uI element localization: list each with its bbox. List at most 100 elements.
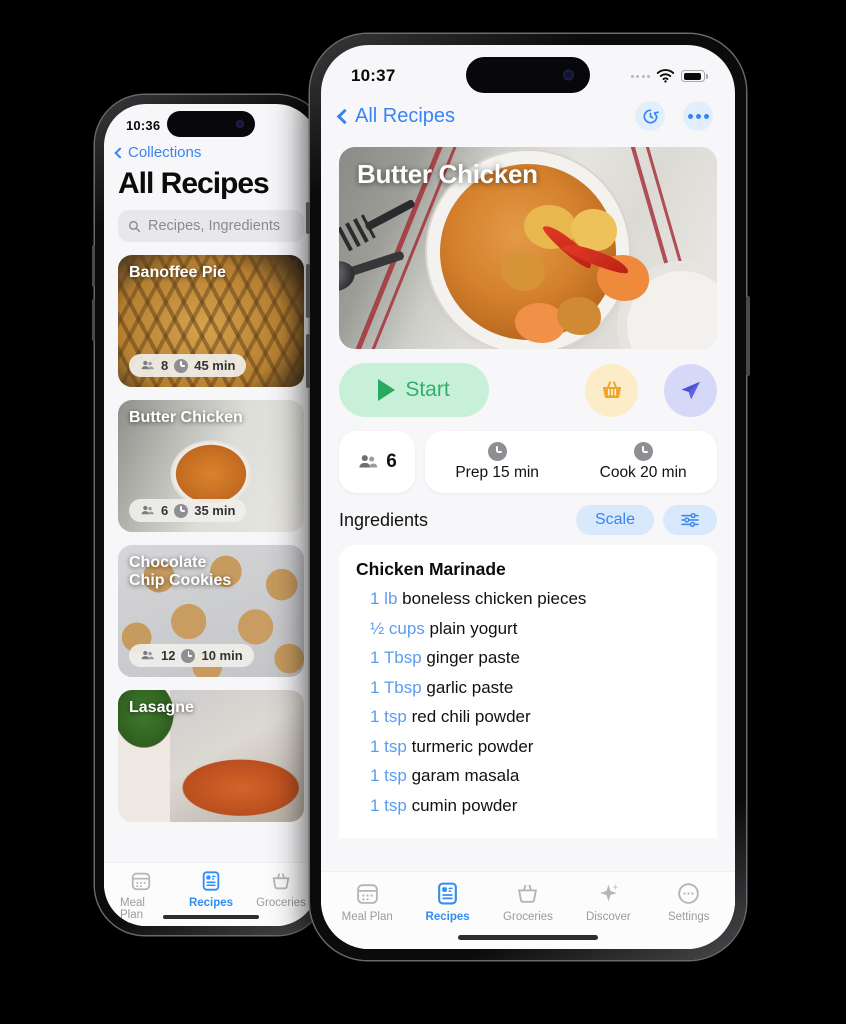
cook-time: Cook 20 min xyxy=(600,442,687,482)
recipe-meta-row: 6 Prep 15 min Cook 20 min xyxy=(339,431,717,493)
recipe-servings: 6 xyxy=(161,503,169,518)
home-indicator xyxy=(163,915,259,919)
volume-up-button[interactable] xyxy=(306,264,310,318)
recipe-card-butter-chicken[interactable]: Butter Chicken 6 35 min xyxy=(118,400,304,532)
meal-plan-icon xyxy=(131,872,151,891)
background-phone-device: 10:36 Collections All Recipes Recipes, I… xyxy=(92,95,327,935)
ingredient-name: turmeric powder xyxy=(411,736,534,756)
tab-groceries[interactable]: Groceries xyxy=(488,881,568,923)
volume-down-button[interactable] xyxy=(92,299,95,341)
sparkle-icon xyxy=(600,884,619,902)
ingredient-row[interactable]: 1 tsp red chili powder xyxy=(356,707,700,727)
back-button-all-recipes[interactable]: All Recipes xyxy=(336,104,456,128)
more-ellipsis-icon xyxy=(687,113,709,119)
battery-icon xyxy=(681,70,708,82)
mute-switch[interactable] xyxy=(306,202,310,234)
spoon-decor xyxy=(347,250,405,277)
recipes-icon xyxy=(202,871,220,891)
ingredient-name: cumin powder xyxy=(411,795,518,815)
people-icon xyxy=(359,455,378,468)
volume-down-button[interactable] xyxy=(306,334,310,388)
recipe-card-title: Chocolate Chip Cookies xyxy=(129,554,232,590)
tab-label: Groceries xyxy=(503,911,553,923)
ingredient-qty: 1 tsp xyxy=(370,707,407,726)
ingredient-row[interactable]: 1 tsp cumin powder xyxy=(356,796,700,816)
basket-icon xyxy=(602,381,621,399)
recipe-hero-image[interactable]: Butter Chicken xyxy=(339,147,717,349)
ingredients-header: Ingredients Scale xyxy=(339,505,717,535)
ingredient-row[interactable]: 1 tsp turmeric powder xyxy=(356,737,700,757)
back-nav-bar: Collections xyxy=(104,138,318,163)
timer-button[interactable] xyxy=(635,101,665,131)
start-button-label: Start xyxy=(405,378,450,401)
ingredients-card: Chicken Marinade 1 lb boneless chicken p… xyxy=(339,545,717,838)
ingredient-qty: 1 Tbsp xyxy=(370,677,422,697)
ingredient-qty: 1 tsp xyxy=(370,736,407,756)
tab-label: Recipes xyxy=(188,897,234,909)
tab-recipes[interactable]: Recipes xyxy=(407,881,487,923)
recipe-title: Butter Chicken xyxy=(357,159,538,189)
back-button-label: Collections xyxy=(128,144,202,161)
tab-meal-plan[interactable]: Meal Plan xyxy=(327,881,407,923)
ingredient-row[interactable]: 1 lb boneless chicken pieces xyxy=(356,589,700,609)
foreground-phone-screen: 10:37 All Recipes Butter Chicken Start 6… xyxy=(321,45,735,949)
recipe-card-title: Butter Chicken xyxy=(129,409,243,426)
recipe-card-chocolate-chip-cookies[interactable]: Chocolate Chip Cookies 12 10 min xyxy=(118,545,304,677)
ingredient-row[interactable]: 1 Tbsp garlic paste xyxy=(356,678,700,698)
paper-plane-icon xyxy=(681,381,700,399)
status-right xyxy=(630,69,708,83)
ingredient-row[interactable]: 1 tsp garam masala xyxy=(356,766,700,786)
add-to-groceries-button[interactable] xyxy=(585,363,638,417)
dynamic-island xyxy=(167,111,255,137)
power-button[interactable] xyxy=(746,296,750,376)
tab-discover[interactable]: Discover xyxy=(568,881,648,923)
home-indicator[interactable] xyxy=(458,935,598,940)
more-options-button[interactable] xyxy=(683,101,713,131)
back-button-label: All Recipes xyxy=(355,104,456,127)
front-nav-bar: All Recipes xyxy=(321,93,735,141)
servings-chip[interactable]: 6 xyxy=(339,431,415,493)
tab-settings[interactable]: Settings xyxy=(649,881,729,923)
people-icon xyxy=(141,650,154,660)
recipe-card-lasagne[interactable]: Lasagne xyxy=(118,690,304,822)
recipe-action-row: Start xyxy=(339,363,717,417)
recipe-time: 10 min xyxy=(201,648,243,663)
share-button[interactable] xyxy=(664,363,717,417)
ingredient-qty: 1 Tbsp xyxy=(370,648,422,667)
search-input[interactable]: Recipes, Ingredients xyxy=(118,210,304,242)
recipes-icon xyxy=(438,882,457,905)
ingredient-name: ginger paste xyxy=(426,648,520,667)
sliders-icon xyxy=(681,512,699,528)
signal-dots-icon xyxy=(630,74,650,78)
status-time: 10:37 xyxy=(351,66,396,85)
tab-recipes[interactable]: Recipes xyxy=(188,870,234,909)
clock-icon xyxy=(487,442,507,461)
ingredient-name: garlic paste xyxy=(426,677,514,697)
recipe-time: 35 min xyxy=(194,503,236,518)
groceries-icon xyxy=(518,884,538,903)
scale-button[interactable]: Scale xyxy=(575,505,654,535)
prep-time: Prep 15 min xyxy=(455,442,539,482)
recipe-card-title: Lasagne xyxy=(129,699,194,716)
ingredient-row[interactable]: 1 Tbsp ginger paste xyxy=(356,648,700,668)
start-button[interactable]: Start xyxy=(339,363,489,417)
ingredient-qty: 1 lb xyxy=(370,589,398,608)
search-placeholder: Recipes, Ingredients xyxy=(148,218,281,234)
tab-groceries[interactable]: Groceries xyxy=(256,870,306,909)
clock-icon xyxy=(174,358,189,373)
ingredient-qty: 1 tsp xyxy=(370,766,407,785)
ingredient-name: garam masala xyxy=(411,766,520,785)
people-icon xyxy=(141,505,154,515)
front-camera-icon xyxy=(562,69,574,81)
recipe-card-banoffee-pie[interactable]: Banoffee Pie 8 45 min xyxy=(118,255,304,387)
volume-up-button[interactable] xyxy=(92,245,95,287)
recipe-card-title: Banoffee Pie xyxy=(129,264,226,281)
tab-meal-plan[interactable]: Meal Plan xyxy=(120,870,162,921)
back-button-collections[interactable]: Collections xyxy=(114,144,202,161)
ingredients-filter-button[interactable] xyxy=(663,505,717,535)
ingredient-row[interactable]: ½ cups plain yogurt xyxy=(356,619,700,639)
ingredient-name: red chili powder xyxy=(411,707,531,726)
tab-label: Discover xyxy=(586,911,631,923)
recipe-card-badge: 12 10 min xyxy=(129,644,254,667)
ingredients-heading: Ingredients xyxy=(339,509,429,530)
